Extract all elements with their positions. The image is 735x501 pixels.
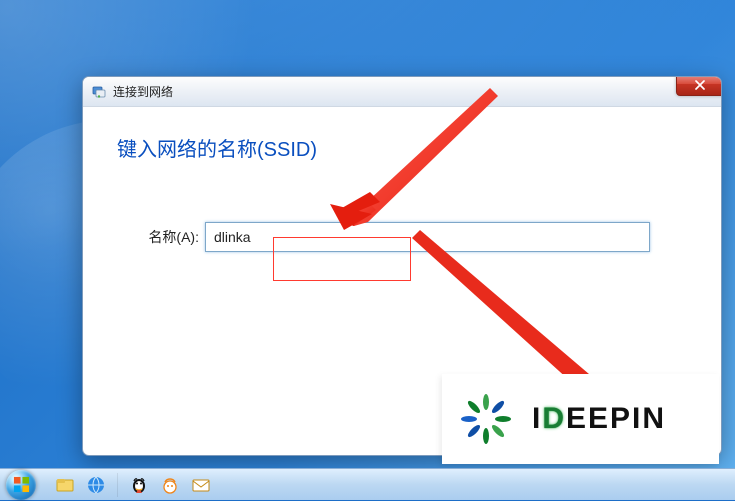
annotation-arrow-1 [320,80,520,230]
window-title: 连接到网络 [113,83,173,100]
close-button[interactable] [676,76,722,96]
watermark-logo: IDEEPIN [442,374,719,464]
network-icon [91,84,107,100]
taskbar-explorer-icon[interactable] [53,473,77,497]
logo-text: IDEEPIN [532,402,666,436]
ssid-field-label: 名称(A): [117,227,199,247]
taskbar-mail-icon[interactable] [189,473,213,497]
taskbar-browser-icon[interactable] [84,473,108,497]
taskbar-qq-icon[interactable] [127,473,151,497]
start-button[interactable] [6,469,46,501]
taskbar[interactable] [0,468,735,500]
taskbar-ali-icon[interactable] [158,473,182,497]
close-icon [694,80,706,90]
windows-logo-icon [13,476,30,493]
logo-mark-icon [456,389,516,449]
taskbar-separator [117,473,118,497]
